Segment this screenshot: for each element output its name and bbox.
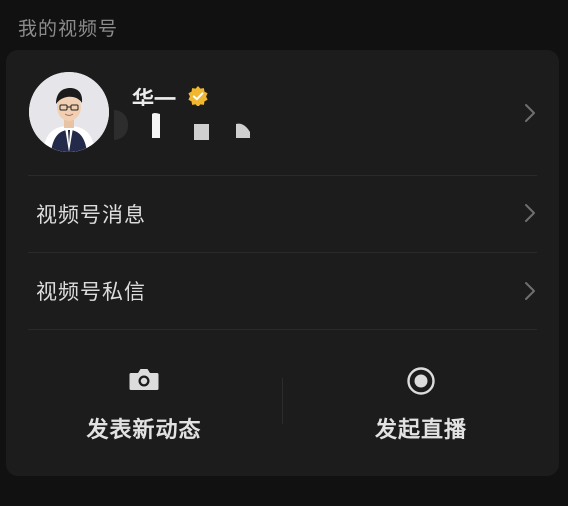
menu-item-channel-private-messages[interactable]: 视频号私信 xyxy=(6,252,559,329)
start-live-button[interactable]: 发起直播 xyxy=(283,330,559,450)
camera-icon xyxy=(129,369,159,390)
start-live-label: 发起直播 xyxy=(374,418,467,443)
chevron-right-icon xyxy=(525,104,535,122)
profile-row[interactable]: 华一 xyxy=(6,50,559,175)
redacted-signature xyxy=(136,106,256,146)
section-title: 我的视频号 xyxy=(18,18,119,40)
chevron-right-icon xyxy=(525,204,535,222)
chevron-right-icon xyxy=(525,282,535,300)
live-record-icon xyxy=(407,367,435,395)
avatar-ring-edge xyxy=(114,110,128,140)
post-moment-label: 发表新动态 xyxy=(86,418,202,443)
menu-item-label: 视频号消息 xyxy=(36,203,146,227)
bottom-strip xyxy=(0,476,568,506)
post-moment-button[interactable]: 发表新动态 xyxy=(6,330,282,450)
avatar xyxy=(29,72,109,152)
menu-item-channel-messages[interactable]: 视频号消息 xyxy=(6,175,559,252)
verified-badge-icon xyxy=(188,86,208,107)
channels-card: 华一 视频号消息 视频号私信 发表新动态 发起直播 xyxy=(6,50,559,476)
menu-item-label: 视频号私信 xyxy=(36,280,146,304)
